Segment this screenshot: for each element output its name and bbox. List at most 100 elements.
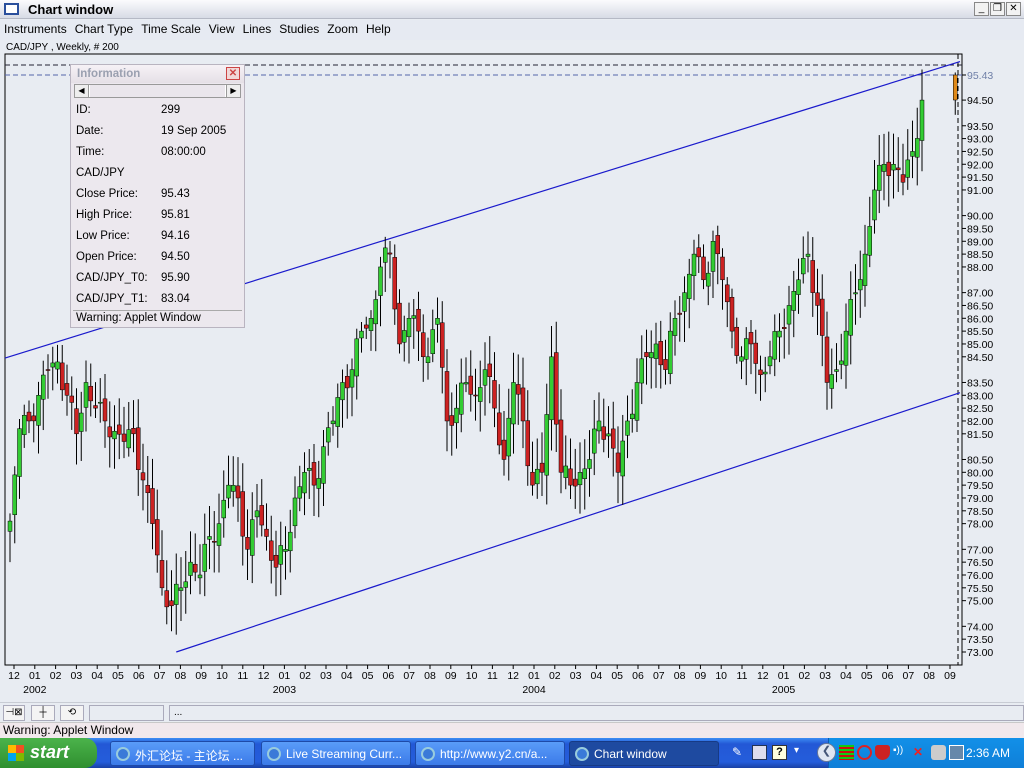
scroll-thumb[interactable]: [90, 85, 225, 97]
candle-body: [834, 369, 839, 372]
wireless-icon[interactable]: ▪)): [893, 745, 908, 760]
x-tick-label: 07: [154, 670, 166, 682]
candle-body: [435, 318, 440, 325]
candle-body: [373, 299, 378, 325]
ie-icon: [267, 747, 281, 761]
candle-body: [729, 297, 735, 332]
task-forum[interactable]: 外汇论坛 - 主论坛 ...: [110, 741, 255, 766]
candle-body: [544, 414, 549, 476]
info-row: Close Price: 95.43: [71, 183, 244, 204]
candle-body: [867, 226, 872, 256]
start-button[interactable]: start: [0, 738, 97, 768]
candle-body: [620, 440, 625, 477]
y-tick-label: 86.50: [967, 300, 993, 312]
toolbar-field[interactable]: [89, 705, 164, 721]
x-tick-label: 10: [466, 670, 478, 682]
candle-body: [335, 397, 340, 427]
candle-body: [568, 468, 573, 486]
candle-body: [297, 486, 302, 499]
x-tick-label: 08: [674, 670, 686, 682]
x-tick-label: 04: [840, 670, 852, 682]
candle-body: [278, 545, 283, 565]
candle-body: [174, 583, 179, 605]
blocked-icon[interactable]: [857, 745, 872, 760]
info-row: Date: 19 Sep 2005: [71, 120, 244, 141]
candle-body: [98, 401, 103, 404]
candle-body: [430, 329, 435, 354]
candle-body: [169, 600, 174, 607]
candle-body: [744, 338, 749, 360]
crosshair-icon[interactable]: ┼: [31, 705, 55, 721]
info-row: CAD/JPY_T1: 83.04: [71, 288, 244, 309]
candle-body: [26, 411, 32, 422]
start-label: start: [30, 742, 70, 762]
info-row: Time: 08:00:00: [71, 141, 244, 162]
candle-body: [288, 531, 293, 552]
candle-body: [501, 439, 507, 460]
candle-body: [535, 468, 540, 485]
meter-icon[interactable]: [839, 745, 854, 760]
candle-body: [292, 497, 298, 527]
camera-icon[interactable]: [931, 745, 946, 760]
candle-body: [577, 472, 583, 486]
candle-body: [872, 189, 877, 221]
info-key: Time:: [76, 145, 105, 158]
info-scrollbar[interactable]: ◀ ▶: [74, 84, 241, 98]
candle-body: [254, 510, 260, 518]
task-y2[interactable]: http://www.y2.cn/a...: [415, 741, 565, 766]
microphone-icon[interactable]: ✎: [732, 745, 747, 760]
y-tick-label: 83.50: [967, 377, 993, 389]
candle-body: [164, 590, 169, 608]
chevron-left-icon[interactable]: ❮: [817, 743, 836, 762]
info-value: 94.16: [161, 229, 190, 242]
handwriting-icon[interactable]: [752, 745, 767, 760]
candle-body: [853, 292, 858, 295]
refresh-icon[interactable]: ⟲: [60, 705, 84, 721]
y-tick-label: 94.50: [967, 95, 993, 107]
info-row: Low Price: 94.16: [71, 225, 244, 246]
y-tick-label: 87.00: [967, 288, 993, 300]
task-chart-window[interactable]: Chart window: [569, 741, 719, 766]
candle-body: [140, 472, 146, 481]
x-tick-label: 02: [799, 670, 811, 682]
x-tick-label: 01: [279, 670, 291, 682]
candle-body: [915, 138, 920, 158]
candle-body: [102, 398, 108, 422]
candle-body: [55, 361, 60, 370]
y-tick-label: 88.50: [967, 249, 993, 261]
task-live-streaming[interactable]: Live Streaming Curr...: [261, 741, 411, 766]
candle-body: [440, 322, 445, 368]
ie-icon: [116, 747, 130, 761]
display-icon[interactable]: [949, 745, 964, 760]
shield-icon[interactable]: [875, 745, 890, 760]
x-tick-label: 08: [923, 670, 935, 682]
candle-body: [107, 426, 112, 438]
candle-body: [886, 161, 891, 177]
candle-body: [653, 343, 659, 359]
candle-body: [416, 308, 421, 332]
y-tick-label: 84.50: [967, 352, 993, 364]
toolbar-text-field[interactable]: ...: [169, 705, 1024, 721]
network-disconnected-icon[interactable]: ✕: [913, 745, 928, 760]
x-tick-label: 09: [445, 670, 457, 682]
y-tick-label: 83.00: [967, 390, 993, 402]
candle-body: [145, 485, 150, 494]
language-bar-icon[interactable]: ▾: [794, 745, 809, 760]
information-panel[interactable]: Information ✕ ◀ ▶ ID: 299 Date: 19 Sep 2005 Ti…: [70, 64, 245, 328]
x-tick-label: 04: [341, 670, 353, 682]
candle-body: [79, 412, 84, 432]
help-icon[interactable]: ?: [772, 745, 787, 760]
candle-body: [197, 574, 203, 579]
task-label: http://www.y2.cn/a...: [440, 747, 548, 761]
candle-body: [193, 563, 198, 573]
scroll-right-icon[interactable]: ▶: [226, 85, 240, 97]
candle-body: [919, 99, 925, 141]
candle-body: [487, 363, 492, 377]
info-warning: Warning: Applet Window: [73, 310, 242, 326]
candle-body: [558, 419, 564, 473]
x-tick-label: 04: [91, 670, 103, 682]
info-close-button[interactable]: ✕: [226, 67, 240, 80]
pin-icon[interactable]: ⊣⊠: [3, 705, 25, 721]
scroll-left-icon[interactable]: ◀: [75, 85, 89, 97]
info-title: Information: [77, 68, 141, 80]
